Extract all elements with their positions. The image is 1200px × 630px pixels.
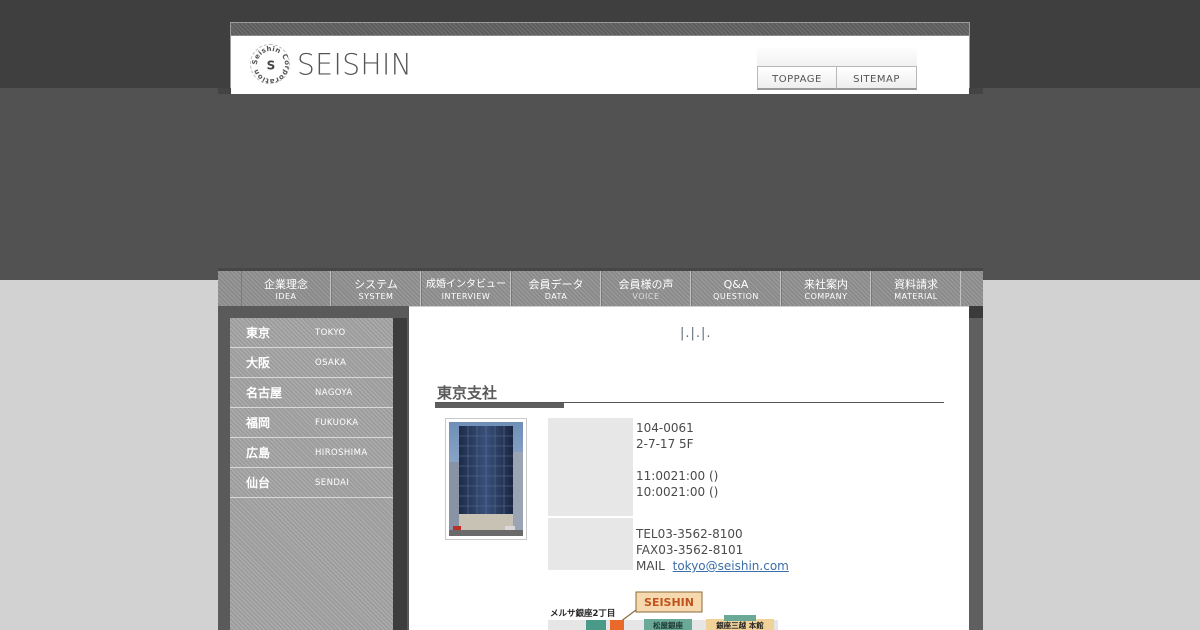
- mainnav-label-jp: Q&A: [723, 278, 749, 291]
- mainnav-item-system[interactable]: システム SYSTEM: [331, 271, 421, 306]
- sidebar-item-label-en: SENDAI: [315, 477, 350, 488]
- mainnav-item-data[interactable]: 会員データ DATA: [511, 271, 601, 306]
- breadcrumb[interactable]: |.|.|.: [680, 326, 712, 341]
- topnav-sitemap-link[interactable]: SITEMAP: [837, 66, 917, 90]
- mail-label: MAIL: [636, 559, 665, 573]
- sidebar-item-sendai[interactable]: 仙台 SENDAI: [230, 468, 407, 498]
- mainnav-label-en: VOICE: [632, 292, 660, 301]
- branch-sidebar: 東京 TOKYO 大阪 OSAKA 名古屋 NAGOYA 福岡 FUKUOKA …: [230, 318, 407, 630]
- address-row: 104-0061 2-7-17 5F 11:0021:00 () 10:0021…: [548, 418, 789, 518]
- mainnav-label-jp: システム: [354, 278, 398, 291]
- site-logo[interactable]: Seishin Corporation S SEISHIN: [250, 44, 413, 85]
- office-info-table: 104-0061 2-7-17 5F 11:0021:00 () 10:0021…: [548, 418, 789, 574]
- contact-row: TEL03-3562-8100 FAX03-3562-8101 MAIL tok…: [548, 518, 789, 574]
- postal-code: 104-0061: [636, 421, 694, 435]
- mainnav-item-question[interactable]: Q&A QUESTION: [691, 271, 781, 306]
- sidebar-item-label-jp: 福岡: [246, 416, 271, 430]
- content-top-border: [409, 306, 969, 307]
- mainnav-item-company[interactable]: 来社案内 COMPANY: [781, 271, 871, 306]
- mainnav-label-en: IDEA: [275, 292, 297, 301]
- topnav-toppage-link[interactable]: TOPPAGE: [757, 66, 837, 90]
- sidebar-item-label-jp: 大阪: [246, 356, 271, 370]
- mainnav-item-interview[interactable]: 成婚インタビュー INTERVIEW: [421, 271, 511, 306]
- sidebar-item-label-en: FUKUOKA: [315, 417, 359, 428]
- mainnav-label-jp: 来社案内: [804, 278, 848, 291]
- mainnav-label-en: SYSTEM: [358, 292, 394, 301]
- tel-number: TEL03-3562-8100: [636, 527, 743, 541]
- sidebar-item-nagoya[interactable]: 名古屋 NAGOYA: [230, 378, 407, 408]
- mainnav-label-jp: 成婚インタビュー: [426, 279, 506, 290]
- contact-value: TEL03-3562-8100 FAX03-3562-8101 MAIL tok…: [633, 518, 789, 574]
- header-shoulder-right: [969, 88, 983, 94]
- sidebar-item-fukuoka[interactable]: 福岡 FUKUOKA: [230, 408, 407, 438]
- sidebar-dark-strip: [393, 318, 407, 630]
- sidebar-item-label-en: HIROSHIMA: [315, 447, 368, 458]
- sidebar-item-tokyo[interactable]: 東京 TOKYO: [230, 318, 407, 348]
- business-hours-2: 10:0021:00 (): [636, 485, 719, 499]
- business-hours-1: 11:0021:00 (): [636, 469, 719, 483]
- sidebar-item-label-jp: 東京: [246, 326, 271, 340]
- svg-text:S: S: [267, 59, 276, 73]
- mainnav-item-voice[interactable]: 会員様の声 VOICE: [601, 271, 691, 306]
- contact-label-cell: [548, 518, 633, 570]
- mainnav-label-en: MATERIAL: [894, 292, 938, 301]
- svg-text:松屋銀座: 松屋銀座: [653, 620, 683, 630]
- mainnav-label-en: INTERVIEW: [441, 292, 491, 301]
- mainnav-item-idea[interactable]: 企業理念 IDEA: [241, 271, 331, 306]
- sidebar-item-label-en: OSAKA: [315, 357, 347, 368]
- mainnav-label-en: QUESTION: [713, 292, 759, 301]
- sidebar-item-osaka[interactable]: 大阪 OSAKA: [230, 348, 407, 378]
- content-right-shadow: [969, 318, 983, 630]
- access-map[interactable]: メルサ銀座2丁目 SEISHIN 松屋銀座 銀座三越 本館: [548, 590, 778, 630]
- sidebar-item-hiroshima[interactable]: 広島 HIROSHIMA: [230, 438, 407, 468]
- mail-link[interactable]: tokyo@seishin.com: [673, 559, 789, 573]
- mainnav-label-jp: 企業理念: [264, 278, 308, 291]
- street-address: 2-7-17 5F: [636, 437, 694, 451]
- logo-seal-icon: Seishin Corporation S: [250, 44, 291, 85]
- mail-line: MAIL tokyo@seishin.com: [636, 558, 789, 574]
- hero-band: [0, 88, 1200, 280]
- sidebar-item-label-en: NAGOYA: [315, 387, 353, 398]
- header-topline: [231, 23, 969, 36]
- sidebar-item-label-jp: 名古屋: [246, 386, 283, 400]
- mainnav-label-jp: 資料請求: [894, 278, 938, 291]
- mainnav-label-jp: 会員様の声: [618, 278, 674, 291]
- topnav-backdrop: [757, 46, 917, 66]
- page-title: 東京支社: [437, 384, 498, 402]
- top-utility-nav: TOPPAGE SITEMAP: [757, 66, 917, 90]
- svg-text:メルサ銀座2丁目: メルサ銀座2丁目: [550, 608, 615, 619]
- address-value: 104-0061 2-7-17 5F 11:0021:00 () 10:0021…: [633, 418, 718, 518]
- sidebar-item-label-jp: 広島: [246, 446, 271, 460]
- mainnav-item-material[interactable]: 資料請求 MATERIAL: [871, 271, 961, 306]
- logo-wordmark: SEISHIN: [297, 46, 413, 82]
- address-label-cell: [548, 418, 633, 518]
- header-shoulder-left: [218, 88, 231, 94]
- svg-text:SEISHIN: SEISHIN: [644, 596, 694, 609]
- svg-text:銀座三越 本館: 銀座三越 本館: [715, 620, 764, 630]
- mainnav-label-en: DATA: [544, 292, 568, 301]
- sidebar-item-label-en: TOKYO: [315, 327, 346, 338]
- mainnav-label-en: COMPANY: [804, 292, 848, 301]
- title-accent-bar: [435, 403, 564, 408]
- office-building-photo: [445, 418, 527, 540]
- main-nav: 企業理念 IDEA システム SYSTEM 成婚インタビュー INTERVIEW…: [218, 268, 983, 306]
- fax-number: FAX03-3562-8101: [636, 543, 744, 557]
- mainnav-label-jp: 会員データ: [528, 278, 584, 291]
- sidebar-item-label-jp: 仙台: [246, 476, 271, 490]
